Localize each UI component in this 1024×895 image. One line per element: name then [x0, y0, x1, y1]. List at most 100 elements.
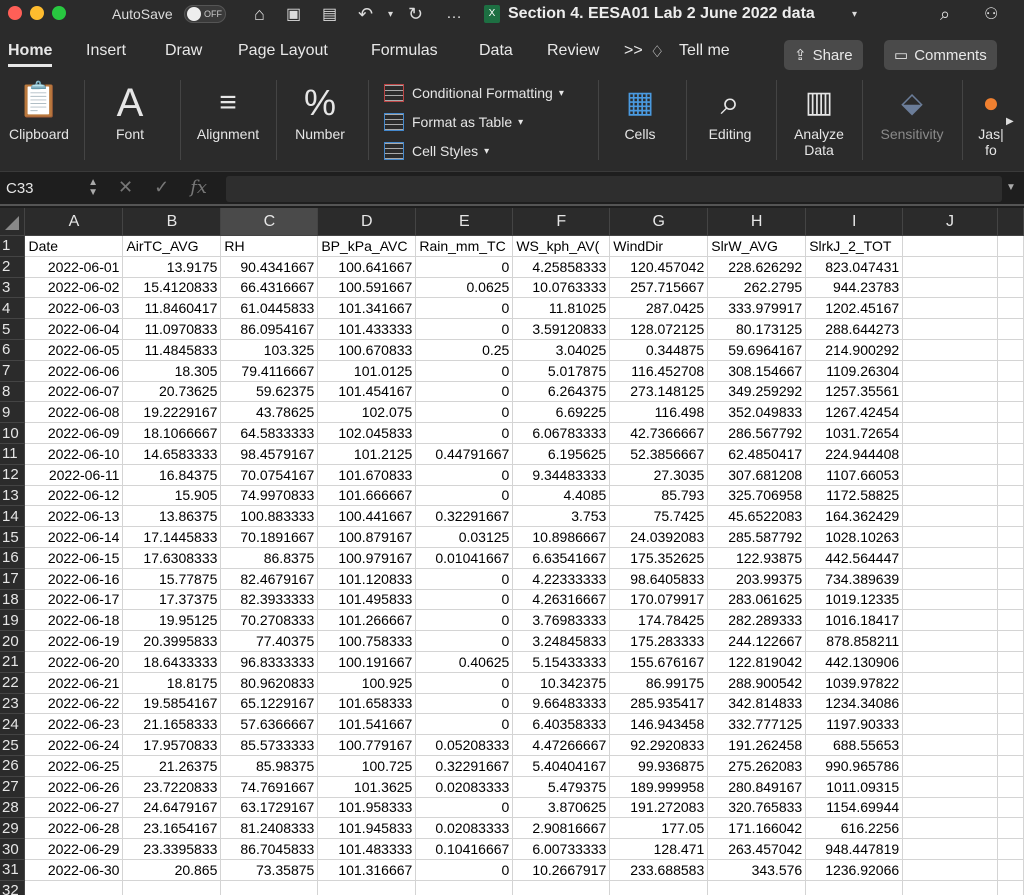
cell[interactable]: 70.1891667 — [220, 526, 319, 548]
row-header[interactable]: 12 — [0, 464, 26, 486]
cell[interactable]: 4.26316667 — [512, 589, 611, 611]
cell[interactable]: 2022-06-18 — [24, 609, 124, 632]
cancel-icon[interactable]: ✕ — [118, 177, 133, 197]
cell[interactable]: 101.120833 — [317, 568, 417, 590]
cell[interactable]: 342.814833 — [707, 693, 807, 715]
cell[interactable]: 20.73625 — [122, 381, 222, 403]
cell[interactable]: 65.1229167 — [220, 693, 319, 715]
cell[interactable]: 100.879167 — [317, 526, 417, 548]
cell[interactable]: 101.945833 — [317, 817, 417, 840]
cell[interactable]: Date — [24, 235, 124, 257]
cell[interactable]: 77.40375 — [220, 630, 319, 652]
cell[interactable]: 332.777125 — [707, 713, 807, 736]
cell[interactable]: 0.25 — [415, 339, 514, 361]
cell[interactable]: 287.0425 — [609, 297, 709, 320]
cell[interactable] — [997, 589, 1024, 611]
undo-icon[interactable]: ↶ — [358, 4, 373, 24]
cell[interactable]: 688.55653 — [805, 734, 904, 756]
cell[interactable]: 2022-06-01 — [24, 256, 124, 278]
cell[interactable]: 86.0954167 — [220, 318, 319, 340]
cell[interactable] — [902, 797, 998, 819]
column-header-g[interactable]: G — [609, 208, 709, 236]
cell[interactable]: WindDir — [609, 235, 709, 257]
cell[interactable] — [902, 443, 998, 465]
row-header[interactable]: 8 — [0, 381, 26, 403]
cell[interactable] — [997, 360, 1024, 382]
cell[interactable]: 103.325 — [220, 339, 319, 361]
cell[interactable]: 3.753 — [512, 505, 611, 528]
cell[interactable] — [609, 880, 709, 895]
cell[interactable]: 4.47266667 — [512, 734, 611, 756]
cell[interactable]: 128.471 — [609, 838, 709, 860]
cell[interactable]: 96.8333333 — [220, 651, 319, 673]
cell[interactable]: 120.457042 — [609, 256, 709, 278]
cell[interactable]: 100.441667 — [317, 505, 417, 528]
cell[interactable] — [997, 443, 1024, 465]
column-header-f[interactable]: F — [512, 208, 611, 236]
cell[interactable]: 262.2795 — [707, 277, 807, 299]
column-header-k[interactable] — [997, 208, 1024, 236]
row-header[interactable]: 14 — [0, 505, 26, 528]
cell[interactable]: 100.883333 — [220, 505, 319, 528]
cell[interactable]: 86.8375 — [220, 547, 319, 569]
cell[interactable] — [902, 526, 998, 548]
row-header[interactable]: 6 — [0, 339, 26, 361]
cell[interactable]: 2022-06-13 — [24, 505, 124, 528]
cell[interactable] — [902, 360, 998, 382]
row-header[interactable]: 15 — [0, 526, 26, 548]
cell[interactable]: 1267.42454 — [805, 401, 904, 424]
row-header[interactable]: 17 — [0, 568, 26, 590]
cell[interactable]: WS_kph_AV( — [512, 235, 611, 257]
cell[interactable]: 244.122667 — [707, 630, 807, 652]
row-header[interactable]: 19 — [0, 609, 26, 632]
cell[interactable]: 616.2256 — [805, 817, 904, 840]
cell[interactable] — [997, 776, 1024, 798]
cell[interactable]: 122.819042 — [707, 651, 807, 673]
cell[interactable]: 13.86375 — [122, 505, 222, 528]
cell[interactable]: 101.433333 — [317, 318, 417, 340]
cell[interactable]: 0.32291667 — [415, 755, 514, 777]
cell[interactable]: 20.3995833 — [122, 630, 222, 652]
cell[interactable]: 6.195625 — [512, 443, 611, 465]
tab-insert[interactable]: Insert — [86, 42, 126, 60]
tab-formulas[interactable]: Formulas — [371, 42, 438, 60]
cell[interactable]: 99.936875 — [609, 755, 709, 777]
row-header[interactable]: 3 — [0, 277, 26, 299]
cell[interactable]: 75.7425 — [609, 505, 709, 528]
cell[interactable]: 352.049833 — [707, 401, 807, 424]
cell[interactable]: 823.047431 — [805, 256, 904, 278]
cell[interactable]: 42.7366667 — [609, 422, 709, 444]
cell[interactable] — [902, 297, 998, 320]
cell[interactable]: 100.925 — [317, 672, 417, 694]
cell[interactable] — [902, 339, 998, 361]
cell[interactable]: 1028.10263 — [805, 526, 904, 548]
cell[interactable]: 0 — [415, 381, 514, 403]
home-icon[interactable]: ⌂ — [254, 4, 265, 24]
cell[interactable]: 2022-06-07 — [24, 381, 124, 403]
cell[interactable]: 0.32291667 — [415, 505, 514, 528]
cell[interactable]: 43.78625 — [220, 401, 319, 424]
cell[interactable] — [997, 838, 1024, 860]
cell[interactable] — [512, 880, 611, 895]
cell[interactable]: 9.34483333 — [512, 464, 611, 486]
cell[interactable] — [707, 880, 807, 895]
cell[interactable]: 273.148125 — [609, 381, 709, 403]
cell[interactable]: 6.00733333 — [512, 838, 611, 860]
cell[interactable] — [902, 630, 998, 652]
cell[interactable]: 343.576 — [707, 859, 807, 881]
cell[interactable]: 0 — [415, 256, 514, 278]
cell[interactable] — [997, 339, 1024, 361]
cell[interactable]: 1107.66053 — [805, 464, 904, 486]
cell[interactable]: 282.289333 — [707, 609, 807, 632]
cell[interactable]: 18.8175 — [122, 672, 222, 694]
cell[interactable] — [997, 485, 1024, 507]
cell[interactable]: 878.858211 — [805, 630, 904, 652]
cell[interactable]: 101.541667 — [317, 713, 417, 736]
cell[interactable] — [902, 381, 998, 403]
cell[interactable] — [997, 505, 1024, 528]
cell[interactable]: 0 — [415, 297, 514, 320]
cell[interactable]: 17.9570833 — [122, 734, 222, 756]
row-header[interactable]: 7 — [0, 360, 26, 382]
cell[interactable]: 4.25858333 — [512, 256, 611, 278]
cell[interactable] — [902, 547, 998, 569]
